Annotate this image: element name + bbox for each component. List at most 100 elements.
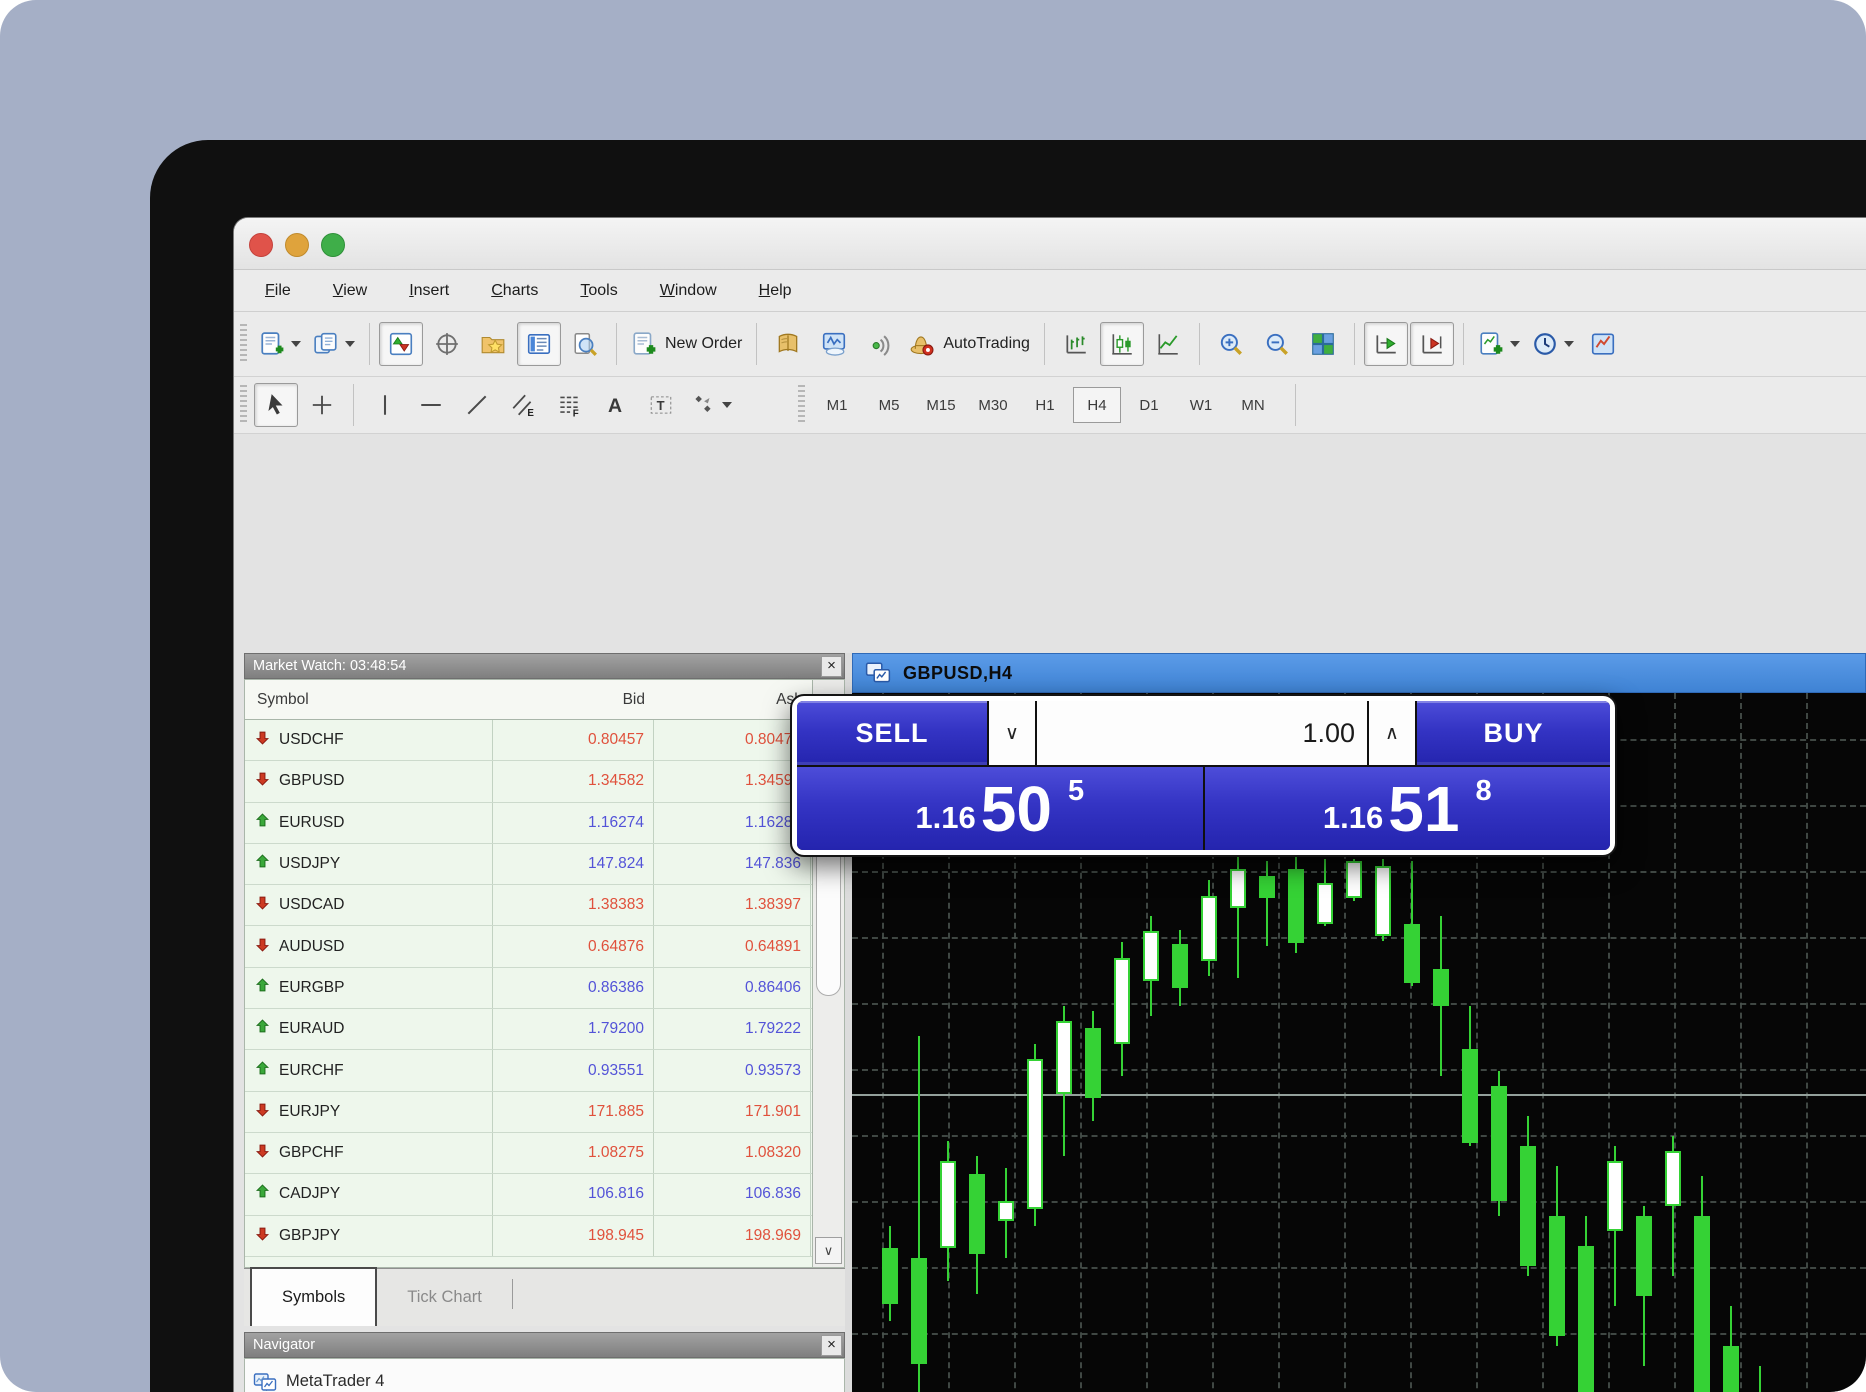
chart-titlebar[interactable]: GBPUSD,H4 bbox=[852, 653, 1866, 693]
line-chart-button[interactable] bbox=[1146, 322, 1190, 366]
profiles-icon bbox=[313, 331, 339, 357]
market-watch-row[interactable]: AUDUSD0.648760.64891 bbox=[245, 926, 812, 967]
mql5-button[interactable] bbox=[812, 322, 856, 366]
column-header-bid[interactable]: Bid bbox=[493, 680, 654, 719]
market-watch-row[interactable]: GBPCHF1.082751.08320 bbox=[245, 1133, 812, 1174]
candle-body bbox=[1375, 866, 1391, 936]
menu-item-file[interactable]: File bbox=[244, 276, 312, 306]
buy-button[interactable]: BUY bbox=[1417, 701, 1610, 765]
tab-tick-chart[interactable]: Tick Chart bbox=[377, 1269, 512, 1326]
ask-cell: 0.80470 bbox=[654, 720, 811, 760]
periods-button[interactable] bbox=[1527, 322, 1579, 366]
scrollbar-thumb[interactable] bbox=[816, 838, 841, 996]
menu-item-tools[interactable]: Tools bbox=[559, 276, 638, 306]
navigator-title: Navigator bbox=[253, 1337, 315, 1353]
auto-scroll-button[interactable] bbox=[1364, 322, 1408, 366]
menu-item-insert[interactable]: Insert bbox=[388, 276, 470, 306]
timeframe-h4[interactable]: H4 bbox=[1073, 387, 1121, 423]
toolbar-grip[interactable] bbox=[240, 324, 247, 364]
horizontal-line-button[interactable] bbox=[409, 383, 453, 427]
market-watch-row[interactable]: EURJPY171.885171.901 bbox=[245, 1092, 812, 1133]
zoom-in-icon bbox=[1218, 331, 1244, 357]
menu-item-window[interactable]: Window bbox=[639, 276, 738, 306]
menu-item-charts[interactable]: Charts bbox=[470, 276, 559, 306]
trendline-button[interactable] bbox=[455, 383, 499, 427]
market-watch-row[interactable]: EURAUD1.792001.79222 bbox=[245, 1009, 812, 1050]
cursor-button[interactable] bbox=[254, 383, 298, 427]
tab-symbols[interactable]: Symbols bbox=[250, 1267, 377, 1326]
indicators-button[interactable] bbox=[1473, 322, 1525, 366]
symbol-label: EURAUD bbox=[279, 1020, 344, 1038]
strategy-tester-button[interactable] bbox=[563, 322, 607, 366]
market-watch-button[interactable] bbox=[379, 322, 423, 366]
candle-body bbox=[969, 1174, 985, 1254]
chart-shift-button[interactable] bbox=[1410, 322, 1454, 366]
sell-button[interactable]: SELL bbox=[797, 701, 987, 765]
timeframe-m1[interactable]: M1 bbox=[813, 387, 861, 423]
market-watch-row[interactable]: USDCAD1.383831.38397 bbox=[245, 885, 812, 926]
timeframe-grip[interactable] bbox=[798, 385, 805, 425]
history-center-button[interactable] bbox=[766, 322, 810, 366]
close-button[interactable] bbox=[249, 233, 273, 257]
tree-item-metatrader-4[interactable]: MetaTrader 4 bbox=[253, 1363, 384, 1392]
arrows-button[interactable] bbox=[685, 383, 737, 427]
zoom-button[interactable] bbox=[321, 233, 345, 257]
column-header-symbol[interactable]: Symbol bbox=[245, 680, 493, 719]
timeframe-w1[interactable]: W1 bbox=[1177, 387, 1225, 423]
volume-increase-icon[interactable]: ∧ bbox=[1369, 701, 1415, 765]
terminal-button[interactable] bbox=[517, 322, 561, 366]
profiles-button[interactable] bbox=[308, 322, 360, 366]
text-button[interactable]: A bbox=[593, 383, 637, 427]
market-watch-row[interactable]: GBPJPY198.945198.969 bbox=[245, 1216, 812, 1257]
fibonacci-button[interactable]: F bbox=[547, 383, 591, 427]
timeframe-m15[interactable]: M15 bbox=[917, 387, 965, 423]
timeframe-h1[interactable]: H1 bbox=[1021, 387, 1069, 423]
timeframe-m5[interactable]: M5 bbox=[865, 387, 913, 423]
scrollbar-down-icon[interactable]: ∨ bbox=[815, 1237, 842, 1264]
signals-button[interactable] bbox=[858, 322, 902, 366]
templates-button[interactable] bbox=[1581, 322, 1625, 366]
market-watch-row[interactable]: EURCHF0.935510.93573 bbox=[245, 1050, 812, 1091]
data-window-button[interactable] bbox=[425, 322, 469, 366]
navigator-button[interactable] bbox=[471, 322, 515, 366]
volume-input[interactable]: 1.00 bbox=[1037, 701, 1367, 765]
navigator-close-icon[interactable]: × bbox=[821, 1335, 842, 1356]
horizontal-line-icon bbox=[418, 392, 444, 418]
equidistant-channel-button[interactable]: E bbox=[501, 383, 545, 427]
market-watch-row[interactable]: EURUSD1.162741.16286 bbox=[245, 803, 812, 844]
screenshot-canvas: FileViewInsertChartsToolsWindowHelp New … bbox=[0, 0, 1866, 1392]
menu-item-help[interactable]: Help bbox=[738, 276, 813, 306]
timeframe-mn[interactable]: MN bbox=[1229, 387, 1277, 423]
new-chart-button[interactable] bbox=[254, 322, 306, 366]
symbol-cell: EURJPY bbox=[245, 1092, 493, 1132]
minimize-button[interactable] bbox=[285, 233, 309, 257]
market-watch-row[interactable]: CADJPY106.816106.836 bbox=[245, 1174, 812, 1215]
market-watch-row[interactable]: USDCHF0.804570.80470 bbox=[245, 720, 812, 761]
timeframe-d1[interactable]: D1 bbox=[1125, 387, 1173, 423]
volume-decrease-icon[interactable]: ∨ bbox=[989, 701, 1035, 765]
symbol-cell: GBPCHF bbox=[245, 1133, 493, 1173]
timeframe-m30[interactable]: M30 bbox=[969, 387, 1017, 423]
candlestick-chart-button[interactable] bbox=[1100, 322, 1144, 366]
column-header-ask[interactable]: Ask bbox=[654, 680, 811, 719]
market-watch-row[interactable]: USDJPY147.824147.836 bbox=[245, 844, 812, 885]
zoom-out-button[interactable] bbox=[1255, 322, 1299, 366]
market-watch-row[interactable]: GBPUSD1.345821.34594 bbox=[245, 761, 812, 802]
autotrading-button[interactable]: AutoTrading bbox=[904, 322, 1035, 366]
dropdown-caret-icon bbox=[1510, 341, 1520, 347]
market-watch-row[interactable]: EURGBP0.863860.86406 bbox=[245, 968, 812, 1009]
tile-windows-button[interactable] bbox=[1301, 322, 1345, 366]
svg-text:E: E bbox=[527, 408, 534, 418]
zoom-in-button[interactable] bbox=[1209, 322, 1253, 366]
auto-scroll-icon bbox=[1373, 331, 1399, 357]
bar-chart-button[interactable] bbox=[1054, 322, 1098, 366]
vertical-line-button[interactable] bbox=[363, 383, 407, 427]
crosshair-button[interactable] bbox=[300, 383, 344, 427]
buy-price-display[interactable]: 1.16 51 8 bbox=[1205, 767, 1611, 850]
text-label-button[interactable]: T bbox=[639, 383, 683, 427]
toolbar-grip[interactable] bbox=[240, 385, 247, 425]
market-watch-close-icon[interactable]: × bbox=[821, 656, 842, 677]
menu-item-view[interactable]: View bbox=[312, 276, 388, 306]
sell-price-display[interactable]: 1.16 50 5 bbox=[797, 767, 1203, 850]
new-order-button[interactable]: New Order bbox=[626, 322, 747, 366]
